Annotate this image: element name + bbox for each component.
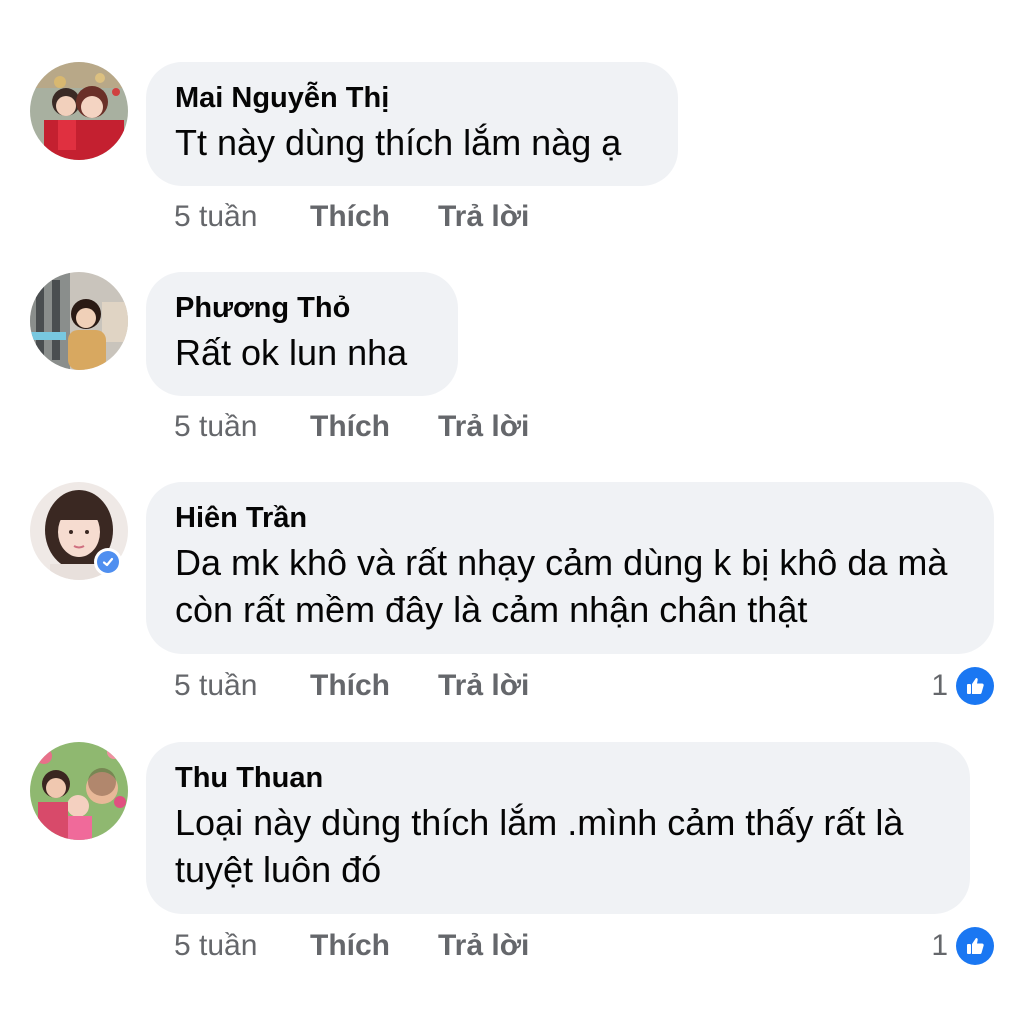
thumbs-up-icon — [954, 925, 996, 967]
comment-timestamp[interactable]: 5 tuần — [174, 200, 310, 234]
comment-bubble: Mai Nguyễn Thị Tt này dùng thích lắm nàg… — [146, 62, 678, 186]
comment-text: Rất ok lun nha — [175, 332, 408, 373]
reaction-count: 1 — [931, 929, 948, 962]
reply-button[interactable]: Trả lời — [438, 929, 529, 963]
commenter-name[interactable]: Hiên Trần — [175, 500, 964, 536]
comment-text: Loại này dùng thích lắm .mình cảm thấy r… — [175, 802, 904, 890]
avatar[interactable] — [30, 272, 128, 370]
comment-timestamp[interactable]: 5 tuần — [174, 929, 310, 963]
comment-actions: 5 tuần Thích Trả lời — [174, 926, 529, 966]
comment-bubble: Thu Thuan Loại này dùng thích lắm .mình … — [146, 742, 970, 914]
like-button[interactable]: Thích — [310, 929, 438, 963]
verified-badge-icon — [94, 548, 122, 576]
thumbs-up-icon — [954, 665, 996, 707]
comment-text: Da mk khô và rất nhạy cảm dùng k bị khô … — [175, 542, 948, 630]
comment-actions: 5 tuần Thích Trả lời — [174, 197, 529, 237]
comment-text: Tt này dùng thích lắm nàg ạ — [175, 122, 622, 163]
avatar[interactable] — [30, 62, 128, 160]
avatar-photo — [30, 272, 128, 370]
like-button[interactable]: Thích — [310, 410, 438, 444]
reaction-count: 1 — [931, 669, 948, 702]
avatar[interactable] — [30, 742, 128, 840]
reply-button[interactable]: Trả lời — [438, 410, 529, 444]
avatar-photo — [30, 62, 128, 160]
avatar-photo — [30, 742, 128, 840]
reply-button[interactable]: Trả lời — [438, 200, 529, 234]
commenter-name[interactable]: Thu Thuan — [175, 760, 940, 796]
like-button[interactable]: Thích — [310, 200, 438, 234]
reaction-summary[interactable]: 1 — [931, 924, 996, 968]
commenter-name[interactable]: Phương Thỏ — [175, 290, 428, 326]
commenter-name[interactable]: Mai Nguyễn Thị — [175, 80, 648, 116]
like-button[interactable]: Thích — [310, 669, 438, 703]
comment-actions: 5 tuần Thích Trả lời — [174, 666, 529, 706]
comment-timestamp[interactable]: 5 tuần — [174, 669, 310, 703]
reply-button[interactable]: Trả lời — [438, 669, 529, 703]
comment-timestamp[interactable]: 5 tuần — [174, 410, 310, 444]
comment-actions: 5 tuần Thích Trả lời — [174, 407, 529, 447]
comment-bubble: Phương Thỏ Rất ok lun nha — [146, 272, 458, 396]
reaction-summary[interactable]: 1 — [931, 664, 996, 708]
comment-bubble: Hiên Trần Da mk khô và rất nhạy cảm dùng… — [146, 482, 994, 654]
